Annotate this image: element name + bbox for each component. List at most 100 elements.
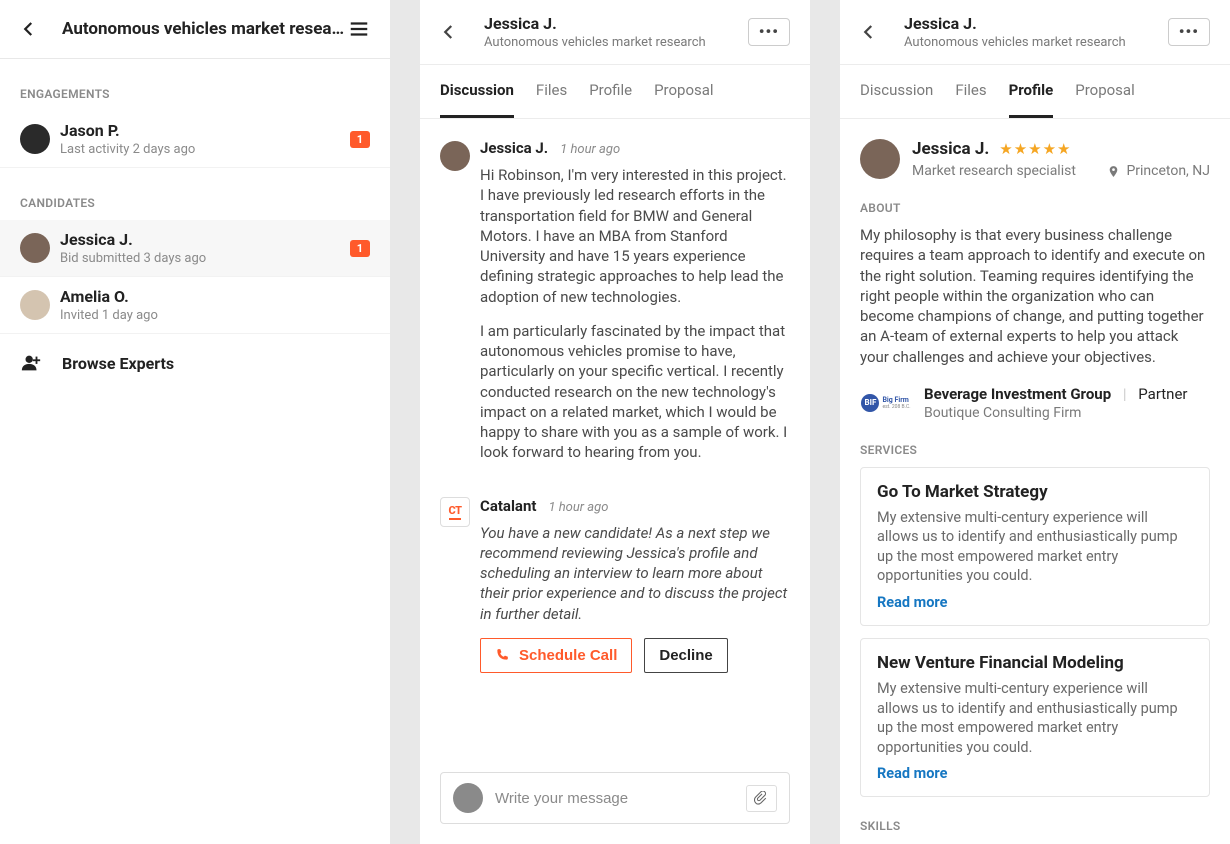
person-subtext: Last activity 2 days ago <box>60 142 350 157</box>
tab-files[interactable]: Files <box>536 65 567 118</box>
decline-label: Decline <box>659 647 712 664</box>
tabs: Discussion Files Profile Proposal <box>420 65 810 119</box>
profile-location: Princeton, NJ <box>1107 163 1210 179</box>
profile-panel: Jessica J. Autonomous vehicles market re… <box>840 0 1230 844</box>
tab-proposal[interactable]: Proposal <box>654 65 713 118</box>
discussion-body: Jessica J. 1 hour ago Hi Robinson, I'm v… <box>420 119 810 758</box>
candidate-row[interactable]: Amelia O. Invited 1 day ago <box>0 277 390 334</box>
message-content: Jessica J. 1 hour ago Hi Robinson, I'm v… <box>480 139 790 477</box>
notification-badge: 1 <box>350 131 370 148</box>
person-meta: Jessica J. Bid submitted 3 days ago <box>60 230 350 266</box>
back-button[interactable] <box>860 23 878 41</box>
employer-role: Partner <box>1138 385 1187 403</box>
left-panel: Autonomous vehicles market resear... ENG… <box>0 0 390 844</box>
panel-gap <box>390 0 420 844</box>
profile-role: Market research specialist <box>912 163 1076 179</box>
browse-experts-button[interactable]: Browse Experts <box>0 334 390 392</box>
location-text: Princeton, NJ <box>1126 163 1210 179</box>
panel-gap <box>810 0 840 844</box>
candidate-row[interactable]: Jessica J. Bid submitted 3 days ago 1 <box>0 220 390 277</box>
employer-text: Beverage Investment Group | Partner Bout… <box>924 385 1210 421</box>
discussion-panel: Jessica J. Autonomous vehicles market re… <box>420 0 810 844</box>
add-user-icon <box>20 352 48 374</box>
schedule-call-button[interactable]: Schedule Call <box>480 638 632 673</box>
person-subtext: Invited 1 day ago <box>60 308 370 323</box>
message-paragraph: I am particularly fascinated by the impa… <box>480 321 790 463</box>
message-paragraph: You have a new candidate! As a next step… <box>480 523 790 624</box>
employer-type: Boutique Consulting Firm <box>924 405 1210 421</box>
tab-discussion[interactable]: Discussion <box>860 65 933 118</box>
message-time: 1 hour ago <box>560 142 620 157</box>
read-more-link[interactable]: Read more <box>877 765 1193 782</box>
compose-box[interactable] <box>440 772 790 824</box>
employer-name: Beverage Investment Group <box>924 385 1111 403</box>
service-description: My extensive multi-century experience wi… <box>877 679 1193 757</box>
header-subtitle: Autonomous vehicles market research <box>904 35 1168 50</box>
avatar <box>453 783 483 813</box>
message-text: You have a new candidate! As a next step… <box>480 523 790 624</box>
avatar <box>20 124 50 154</box>
service-card: Go To Market Strategy My extensive multi… <box>860 467 1210 626</box>
tab-discussion[interactable]: Discussion <box>440 65 514 118</box>
action-row: Schedule Call Decline <box>480 638 790 673</box>
person-name: Amelia O. <box>60 287 370 306</box>
tab-files[interactable]: Files <box>955 65 986 118</box>
services-label: SERVICES <box>860 443 1210 457</box>
back-button[interactable] <box>20 20 38 38</box>
header-name: Jessica J. <box>904 14 1168 33</box>
menu-button[interactable] <box>348 18 370 40</box>
employer-block: BIF Big Firm est. 208 B.C. Beverage Inve… <box>860 385 1210 421</box>
catalant-logo-icon: CT <box>440 497 470 527</box>
engagement-row[interactable]: Jason P. Last activity 2 days ago 1 <box>0 111 390 168</box>
about-label: ABOUT <box>860 201 1210 215</box>
avatar <box>20 233 50 263</box>
read-more-link[interactable]: Read more <box>877 594 1193 611</box>
decline-button[interactable]: Decline <box>644 638 727 673</box>
rating-stars-icon: ★★★★★ <box>999 140 1071 158</box>
avatar <box>20 290 50 320</box>
more-button[interactable]: ••• <box>1168 18 1210 46</box>
notification-badge: 1 <box>350 240 370 257</box>
person-name: Jessica J. <box>60 230 350 249</box>
service-title: Go To Market Strategy <box>877 482 1193 502</box>
message-input[interactable] <box>495 790 734 807</box>
message-text: Hi Robinson, I'm very interested in this… <box>480 165 790 463</box>
header-subtitle: Autonomous vehicles market research <box>484 35 748 50</box>
avatar <box>860 139 900 179</box>
attach-button[interactable] <box>746 785 777 812</box>
tab-profile[interactable]: Profile <box>1009 65 1054 118</box>
message-time: 1 hour ago <box>548 500 608 515</box>
message: Jessica J. 1 hour ago Hi Robinson, I'm v… <box>440 139 790 477</box>
tabs: Discussion Files Profile Proposal <box>840 65 1230 119</box>
header-text: Jessica J. Autonomous vehicles market re… <box>904 14 1168 50</box>
profile-name: Jessica J. <box>912 139 989 159</box>
message-content: Catalant 1 hour ago You have a new candi… <box>480 497 790 673</box>
person-meta: Amelia O. Invited 1 day ago <box>60 287 370 323</box>
avatar <box>440 141 470 171</box>
header-text: Jessica J. Autonomous vehicles market re… <box>484 14 748 50</box>
tab-proposal[interactable]: Proposal <box>1075 65 1134 118</box>
service-description: My extensive multi-century experience wi… <box>877 508 1193 586</box>
browse-experts-label: Browse Experts <box>62 354 174 373</box>
profile-top: Jessica J. ★★★★★ Market research special… <box>860 139 1210 179</box>
back-button[interactable] <box>440 23 458 41</box>
profile-info: Jessica J. ★★★★★ Market research special… <box>912 139 1210 179</box>
system-message: CT Catalant 1 hour ago You have a new ca… <box>440 497 790 673</box>
more-button[interactable]: ••• <box>748 18 790 46</box>
person-meta: Jason P. Last activity 2 days ago <box>60 121 350 157</box>
section-candidates-label: CANDIDATES <box>0 168 390 220</box>
profile-body: Jessica J. ★★★★★ Market research special… <box>840 119 1230 844</box>
skills-label: SKILLS <box>860 819 1210 833</box>
service-card: New Venture Financial Modeling My extens… <box>860 638 1210 797</box>
page-title: Autonomous vehicles market resear... <box>62 19 348 39</box>
person-name: Jason P. <box>60 121 350 140</box>
message-paragraph: Hi Robinson, I'm very interested in this… <box>480 165 790 307</box>
panel-header: Jessica J. Autonomous vehicles market re… <box>840 0 1230 65</box>
employer-logo-icon: BIF Big Firm est. 208 B.C. <box>860 387 912 419</box>
service-title: New Venture Financial Modeling <box>877 653 1193 673</box>
about-text: My philosophy is that every business cha… <box>860 225 1210 367</box>
section-engagements-label: ENGAGEMENTS <box>0 59 390 111</box>
left-header: Autonomous vehicles market resear... <box>0 0 390 59</box>
tab-profile[interactable]: Profile <box>589 65 632 118</box>
person-subtext: Bid submitted 3 days ago <box>60 251 350 266</box>
